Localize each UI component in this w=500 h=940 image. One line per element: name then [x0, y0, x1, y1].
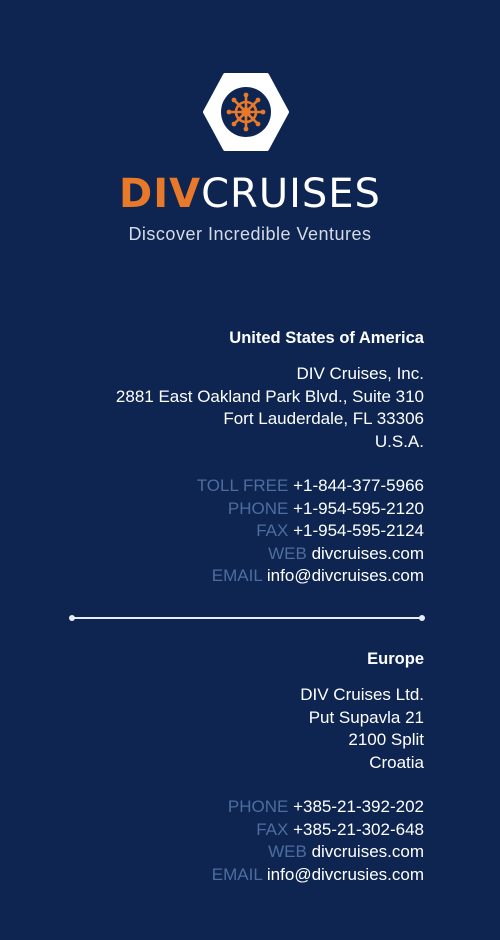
office-region-heading: United States of America: [229, 329, 424, 347]
ship-wheel-icon: [203, 73, 289, 151]
address-line: U.S.A.: [374, 431, 424, 451]
contact-web-link[interactable]: divcruises.com: [312, 544, 424, 563]
contact-label: WEB: [268, 842, 307, 861]
contact-phone: PHONE +1-954-595-2120: [24, 498, 424, 521]
brand-name: CRUISES: [201, 171, 381, 217]
brand-wordmark: DIVCRUISES: [0, 172, 500, 216]
brand-tagline: Discover Incredible Ventures: [128, 224, 372, 244]
contact-label: EMAIL: [211, 566, 263, 585]
contact-fax: FAX +385-21-302-648: [24, 819, 424, 842]
contact-value[interactable]: +1-954-595-2120: [293, 499, 424, 518]
address-line: Fort Lauderdale, FL 33306: [223, 409, 424, 428]
contact-value: +1-954-595-2124: [293, 521, 424, 540]
address-line: DIV Cruises, Inc.: [296, 364, 424, 383]
address-line: 2881 East Oakland Park Blvd., Suite 310: [115, 386, 424, 406]
office-europe: Europe DIV Cruises Ltd. Put Supavla 21 2…: [24, 648, 424, 886]
address-line: Put Supavla 21: [308, 707, 424, 727]
contact-label: WEB: [268, 543, 307, 563]
office-usa: United States of America DIV Cruises, In…: [24, 327, 424, 588]
contact-value[interactable]: +385-21-392-202: [293, 797, 424, 816]
contact-label: PHONE: [227, 498, 289, 518]
office-contacts: TOLL FREE +1-844-377-5966 PHONE +1-954-5…: [24, 475, 424, 588]
address-line: 2100 Split: [348, 730, 424, 749]
contact-label: TOLL FREE: [196, 476, 289, 495]
section-divider: [69, 615, 425, 621]
office-contacts: PHONE +385-21-392-202 FAX +385-21-302-64…: [24, 796, 424, 886]
contact-email: EMAIL info@divcrusies.com: [24, 864, 424, 887]
address-line: Croatia: [369, 752, 424, 772]
contact-label: EMAIL: [211, 864, 263, 884]
contact-email-link[interactable]: info@divcruises.com: [267, 566, 424, 585]
contact-email-link[interactable]: info@divcrusies.com: [267, 865, 424, 884]
contact-fax: FAX +1-954-595-2124: [24, 520, 424, 543]
contact-value[interactable]: +1-844-377-5966: [293, 476, 424, 495]
office-region-heading: Europe: [367, 650, 424, 668]
contact-label: PHONE: [227, 797, 289, 816]
brand-accent: DIV: [119, 171, 202, 217]
contact-phone: PHONE +385-21-392-202: [24, 796, 424, 819]
contact-value: +385-21-302-648: [293, 819, 424, 839]
office-address: DIV Cruises, Inc. 2881 East Oakland Park…: [24, 363, 424, 453]
contact-web-link[interactable]: divcruises.com: [312, 842, 424, 861]
contact-web: WEB divcruises.com: [24, 841, 424, 864]
contact-label: FAX: [256, 819, 289, 839]
address-line: DIV Cruises Ltd.: [300, 685, 424, 704]
contact-web: WEB divcruises.com: [24, 543, 424, 566]
contact-email: EMAIL info@divcruises.com: [24, 565, 424, 588]
contact-toll-free: TOLL FREE +1-844-377-5966: [24, 475, 424, 498]
contact-label: FAX: [256, 521, 289, 540]
office-address: DIV Cruises Ltd. Put Supavla 21 2100 Spl…: [24, 684, 424, 774]
